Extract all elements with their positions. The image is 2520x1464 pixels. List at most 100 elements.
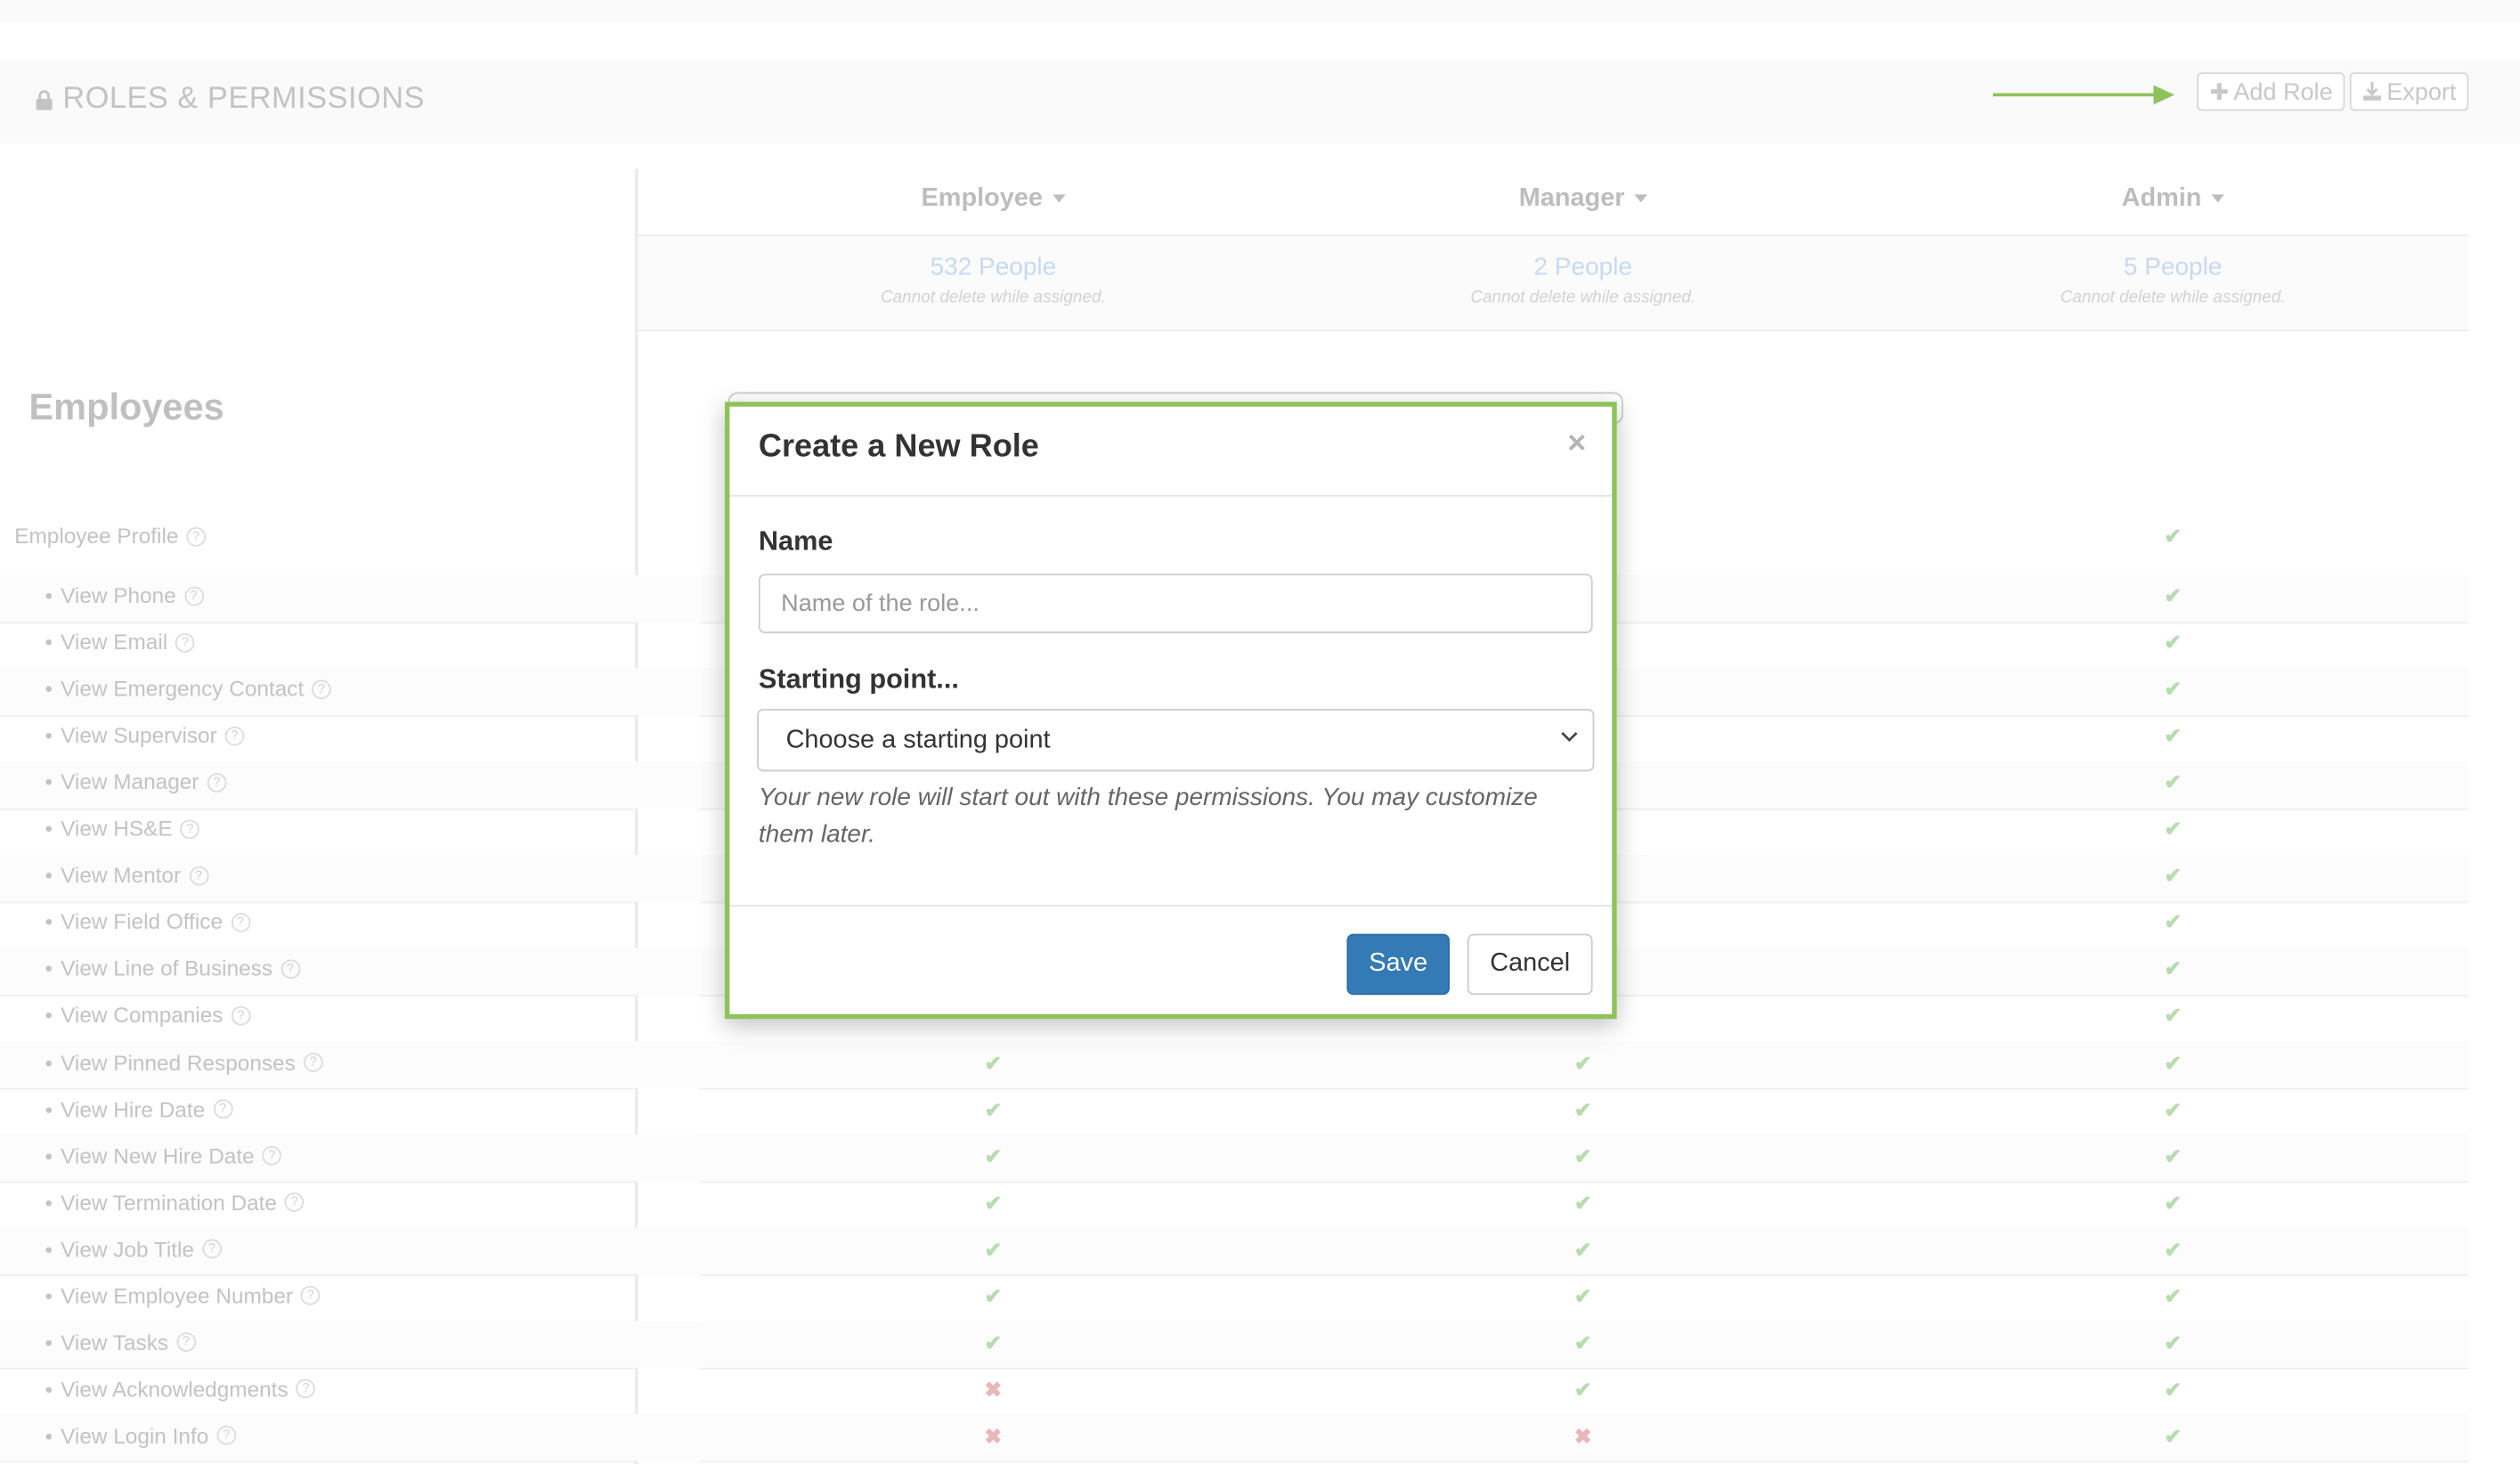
starting-point-select[interactable]: Choose a starting point <box>757 708 1595 772</box>
check-icon[interactable]: ✔ <box>1572 1377 1594 1403</box>
question-circle-icon[interactable]: ? <box>231 1005 251 1026</box>
question-circle-icon[interactable]: ? <box>175 632 195 652</box>
delete-note: Cannot delete while assigned. <box>880 288 1106 307</box>
question-circle-icon[interactable]: ? <box>296 1379 316 1399</box>
check-icon[interactable]: ✔ <box>2162 817 2184 842</box>
caret-down-icon <box>1634 194 1647 203</box>
check-icon[interactable]: ✔ <box>1572 1050 1594 1076</box>
cancel-button[interactable]: Cancel <box>1467 933 1593 996</box>
check-icon[interactable]: ✔ <box>2162 1191 2184 1216</box>
bullet-icon: • <box>45 863 53 888</box>
people-count-employee: 532 People Cannot delete while assigned. <box>784 254 1202 307</box>
permission-name: View HS&E <box>61 817 173 842</box>
row-stripe <box>0 1228 2469 1275</box>
check-icon[interactable]: ✔ <box>2162 677 2184 703</box>
row-divider <box>0 1274 635 1277</box>
check-icon[interactable]: ✔ <box>2162 864 2184 890</box>
check-icon[interactable]: ✔ <box>2162 957 2184 983</box>
question-circle-icon[interactable]: ? <box>301 1286 321 1305</box>
row-divider <box>0 621 635 623</box>
role-name-input[interactable] <box>758 573 1593 634</box>
question-circle-icon[interactable]: ? <box>280 959 300 979</box>
section-title: Employees <box>28 386 224 428</box>
x-icon[interactable]: ✖ <box>1572 1424 1594 1450</box>
bullet-icon: • <box>45 677 53 702</box>
question-circle-icon[interactable]: ? <box>231 912 250 932</box>
bullet-icon: • <box>45 1283 53 1308</box>
check-icon[interactable]: ✔ <box>982 1330 1004 1356</box>
check-icon[interactable]: ✔ <box>2162 770 2184 796</box>
check-icon[interactable]: ✔ <box>2162 1004 2184 1029</box>
caret-down-icon <box>1052 194 1066 203</box>
x-icon[interactable]: ✖ <box>982 1424 1004 1450</box>
bullet-icon: • <box>45 1004 53 1029</box>
bullet-icon: • <box>45 1377 53 1402</box>
question-circle-icon[interactable]: ? <box>213 1099 232 1119</box>
role-header-employee[interactable]: Employee <box>833 185 1154 214</box>
check-icon[interactable]: ✔ <box>2162 1050 2184 1076</box>
check-icon[interactable]: ✔ <box>982 1143 1004 1169</box>
people-count-link[interactable]: 2 People <box>1374 254 1792 282</box>
check-icon[interactable]: ✔ <box>2162 583 2184 609</box>
check-icon[interactable]: ✔ <box>982 1237 1004 1263</box>
question-circle-icon[interactable]: ? <box>285 1192 305 1213</box>
bullet-icon: • <box>45 1096 53 1121</box>
permission-name: View Pinned Responses <box>61 1050 296 1075</box>
question-circle-icon[interactable]: ? <box>207 772 227 793</box>
add-role-button[interactable]: ✚ Add Role <box>2197 72 2346 111</box>
starting-point-help: Your new role will start out with these … <box>758 784 1538 849</box>
check-icon[interactable]: ✔ <box>982 1284 1004 1310</box>
check-icon[interactable]: ✔ <box>1572 1143 1594 1169</box>
row-divider <box>699 1461 2469 1464</box>
permission-label: • View Employee Number? <box>45 1284 321 1308</box>
check-icon[interactable]: ✔ <box>982 1191 1004 1216</box>
permission-label: • View Line of Business? <box>45 957 300 981</box>
question-circle-icon[interactable]: ? <box>176 1332 196 1353</box>
check-icon[interactable]: ✔ <box>2162 910 2184 936</box>
people-count-link[interactable]: 5 People <box>1964 254 2382 282</box>
permission-label: • View Companies? <box>45 1004 251 1028</box>
check-icon[interactable]: ✔ <box>1572 1330 1594 1356</box>
question-circle-icon[interactable]: ? <box>262 1146 282 1166</box>
check-icon[interactable]: ✔ <box>2162 1377 2184 1403</box>
row-divider <box>0 1368 635 1370</box>
row-divider <box>0 714 635 717</box>
check-icon[interactable]: ✔ <box>2162 1097 2184 1123</box>
check-icon[interactable]: ✔ <box>2162 524 2184 549</box>
check-icon[interactable]: ✔ <box>1572 1284 1594 1310</box>
question-circle-icon[interactable]: ? <box>216 1426 236 1446</box>
question-circle-icon[interactable]: ? <box>180 819 200 839</box>
permission-name: View Email <box>61 630 168 655</box>
check-icon[interactable]: ✔ <box>2162 1284 2184 1310</box>
check-icon[interactable]: ✔ <box>2162 1143 2184 1169</box>
question-circle-icon[interactable]: ? <box>224 726 245 745</box>
question-circle-icon[interactable]: ? <box>202 1239 222 1259</box>
save-button[interactable]: Save <box>1346 933 1450 996</box>
question-circle-icon[interactable]: ? <box>312 679 331 699</box>
check-icon[interactable]: ✔ <box>2162 1237 2184 1263</box>
check-icon[interactable]: ✔ <box>1572 1191 1594 1216</box>
question-circle-icon[interactable]: ? <box>303 1053 323 1072</box>
check-icon[interactable]: ✔ <box>982 1050 1004 1076</box>
people-count-link[interactable]: 532 People <box>784 254 1202 282</box>
check-icon[interactable]: ✔ <box>982 1097 1004 1123</box>
permission-label: Employee Profile? <box>14 524 207 548</box>
check-icon[interactable]: ✔ <box>2162 1330 2184 1356</box>
permission-name: View Termination Date <box>61 1190 277 1215</box>
row-stripe <box>0 1041 2469 1088</box>
check-icon[interactable]: ✔ <box>2162 630 2184 656</box>
export-label: Export <box>2386 77 2457 106</box>
role-header-admin[interactable]: Admin <box>2012 185 2334 214</box>
check-icon[interactable]: ✔ <box>2162 723 2184 749</box>
check-icon[interactable]: ✔ <box>1572 1237 1594 1263</box>
check-icon[interactable]: ✔ <box>1572 1097 1594 1123</box>
export-button[interactable]: Export <box>2349 72 2469 111</box>
question-circle-icon[interactable]: ? <box>189 866 208 886</box>
name-label: Name <box>758 525 833 557</box>
question-circle-icon[interactable]: ? <box>183 585 204 606</box>
check-icon[interactable]: ✔ <box>2162 1424 2184 1450</box>
question-circle-icon[interactable]: ? <box>186 526 207 546</box>
x-icon[interactable]: ✖ <box>982 1377 1004 1403</box>
role-header-manager[interactable]: Manager <box>1422 185 1744 214</box>
close-icon[interactable]: × <box>1567 426 1586 463</box>
